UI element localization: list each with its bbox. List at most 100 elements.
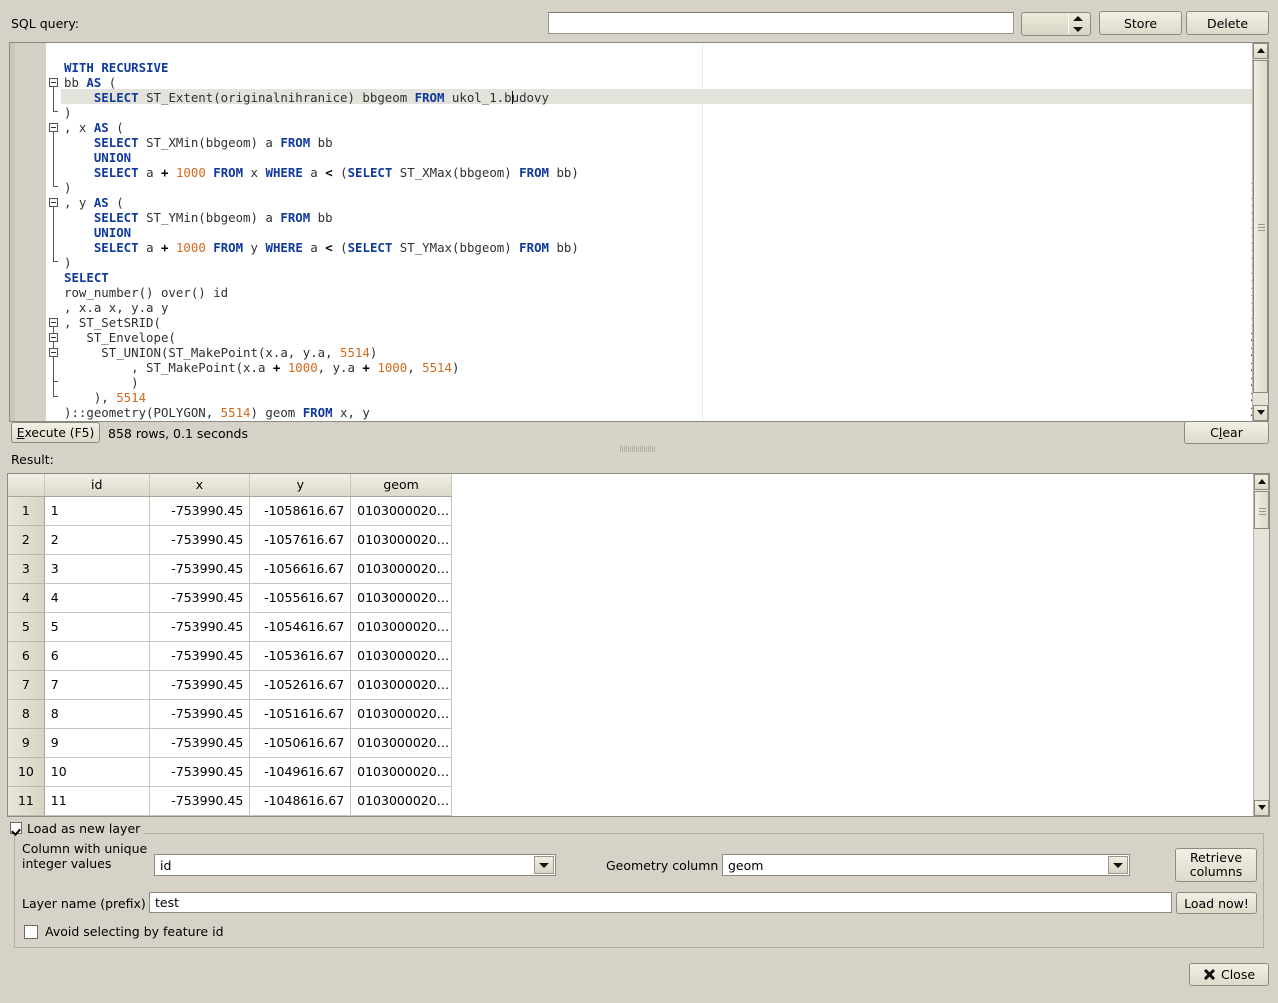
cell-id[interactable]: 6	[44, 641, 150, 671]
code-line[interactable]: SELECT ST_Extent(originalnihranice) bbge…	[62, 90, 1268, 105]
code-line[interactable]: )	[62, 105, 1268, 120]
cell-id[interactable]: 3	[44, 554, 150, 584]
row-header[interactable]: 7	[8, 670, 45, 700]
editor-scroll-thumb[interactable]	[1253, 60, 1268, 393]
execute-button[interactable]: Execute (F5)	[11, 422, 100, 443]
cell-x[interactable]: -753990.45	[149, 728, 251, 758]
cell-x[interactable]: -753990.45	[149, 670, 251, 700]
cell-id[interactable]: 8	[44, 699, 150, 729]
avoid-feature-id-row[interactable]: Avoid selecting by feature id	[24, 924, 224, 939]
code-line[interactable]: )	[62, 180, 1268, 195]
cell-y[interactable]: -1054616.67	[249, 612, 352, 642]
cell-y[interactable]: -1049616.67	[249, 757, 352, 787]
code-line[interactable]: SELECT ST_XMin(bbgeom) a FROM bb	[62, 135, 1268, 150]
cell-id[interactable]: 4	[44, 583, 150, 613]
code-line[interactable]: )::geometry(POLYGON, 5514) geom FROM x, …	[62, 405, 1268, 420]
cell-x[interactable]: -753990.45	[149, 554, 251, 584]
cell-geom[interactable]: 0103000020…	[350, 670, 452, 700]
cell-id[interactable]: 7	[44, 670, 150, 700]
row-header[interactable]: 4	[8, 583, 45, 613]
cell-geom[interactable]: 0103000020…	[350, 786, 452, 816]
cell-geom[interactable]: 0103000020…	[350, 525, 452, 555]
cell-x[interactable]: -753990.45	[149, 699, 251, 729]
code-line[interactable]: , ST_MakePoint(x.a + 1000, y.a + 1000, 5…	[62, 360, 1268, 375]
panel-splitter-handle[interactable]	[620, 446, 656, 452]
layer-name-input[interactable]: test	[149, 892, 1172, 913]
fold-minus-icon[interactable]	[49, 333, 58, 342]
result-scroll-up-button[interactable]	[1254, 474, 1269, 490]
cell-x[interactable]: -753990.45	[149, 525, 251, 555]
table-row[interactable]: 2 2 -753990.45 -1057616.67 0103000020…	[8, 525, 452, 555]
cell-id[interactable]: 10	[44, 757, 150, 787]
retrieve-columns-button[interactable]: Retrieve columns	[1175, 848, 1257, 882]
fold-minus-icon[interactable]	[49, 78, 58, 87]
result-table-panel[interactable]: id x y geom 1 1 -753990.45 -1058616.67 01030…	[7, 473, 1270, 817]
row-header[interactable]: 5	[8, 612, 45, 642]
cell-geom[interactable]: 0103000020…	[350, 554, 452, 584]
cell-y[interactable]: -1056616.67	[249, 554, 352, 584]
row-header[interactable]: 6	[8, 641, 45, 671]
code-line[interactable]: WITH RECURSIVE	[62, 60, 1268, 75]
result-scroll-thumb[interactable]	[1254, 491, 1269, 529]
row-header[interactable]: 8	[8, 699, 45, 729]
cell-id[interactable]: 1	[44, 496, 150, 526]
code-line[interactable]: , x AS (	[62, 120, 1268, 135]
row-header[interactable]: 11	[8, 786, 45, 816]
column-header-geom[interactable]: geom	[350, 474, 452, 497]
table-row[interactable]: 7 7 -753990.45 -1052616.67 0103000020…	[8, 670, 452, 700]
row-header[interactable]: 2	[8, 525, 45, 555]
table-row[interactable]: 8 8 -753990.45 -1051616.67 0103000020…	[8, 699, 452, 729]
cell-geom[interactable]: 0103000020…	[350, 583, 452, 613]
result-table[interactable]: id x y geom 1 1 -753990.45 -1058616.67 01030…	[8, 474, 452, 816]
cell-x[interactable]: -753990.45	[149, 757, 251, 787]
code-line[interactable]: SELECT a + 1000 FROM y WHERE a < (SELECT…	[62, 240, 1268, 255]
fold-minus-icon[interactable]	[49, 198, 58, 207]
code-line[interactable]: row_number() over() id	[62, 285, 1268, 300]
cell-y[interactable]: -1050616.67	[249, 728, 352, 758]
code-line[interactable]: SELECT ST_YMin(bbgeom) a FROM bb	[62, 210, 1268, 225]
fold-margin[interactable]	[47, 43, 61, 421]
code-line[interactable]: bb AS (	[62, 75, 1268, 90]
table-row[interactable]: 4 4 -753990.45 -1055616.67 0103000020…	[8, 583, 452, 613]
code-line[interactable]: ST_Envelope(	[62, 330, 1268, 345]
clear-button[interactable]: Clear	[1184, 421, 1269, 444]
cell-geom[interactable]: 0103000020…	[350, 757, 452, 787]
chevron-down-icon[interactable]	[1108, 856, 1128, 874]
cell-geom[interactable]: 0103000020…	[350, 699, 452, 729]
cell-y[interactable]: -1053616.67	[249, 641, 352, 671]
table-row[interactable]: 10 10 -753990.45 -1049616.67 0103000020…	[8, 757, 452, 787]
cell-x[interactable]: -753990.45	[149, 786, 251, 816]
code-line[interactable]: ST_UNION(ST_MakePoint(x.a, y.a, 5514)	[62, 345, 1268, 360]
cell-id[interactable]: 2	[44, 525, 150, 555]
cell-y[interactable]: -1058616.67	[249, 496, 352, 526]
cell-geom[interactable]: 0103000020…	[350, 496, 452, 526]
cell-id[interactable]: 9	[44, 728, 150, 758]
delete-button[interactable]: Delete	[1186, 11, 1269, 35]
spinner-up-icon[interactable]	[1073, 16, 1083, 21]
stored-query-selector[interactable]	[1021, 12, 1091, 36]
cell-x[interactable]: -753990.45	[149, 583, 251, 613]
cell-y[interactable]: -1051616.67	[249, 699, 352, 729]
cell-y[interactable]: -1052616.67	[249, 670, 352, 700]
cell-id[interactable]: 5	[44, 612, 150, 642]
result-scroll-down-button[interactable]	[1254, 800, 1269, 816]
code-line[interactable]: ), 5514	[62, 390, 1268, 405]
code-line[interactable]: , y AS (	[62, 195, 1268, 210]
editor-scroll-up-button[interactable]	[1253, 43, 1268, 59]
result-vertical-scrollbar[interactable]	[1253, 474, 1269, 816]
spinner-down-icon[interactable]	[1073, 27, 1083, 32]
row-header[interactable]: 3	[8, 554, 45, 584]
sql-editor[interactable]: 1234567891011121314151617181920212223242…	[9, 42, 1269, 422]
cell-geom[interactable]: 0103000020…	[350, 612, 452, 642]
editor-vertical-scrollbar[interactable]	[1252, 43, 1268, 421]
fold-minus-icon[interactable]	[49, 348, 58, 357]
store-button[interactable]: Store	[1099, 11, 1182, 35]
load-as-new-layer-toggle[interactable]: Load as new layer	[6, 820, 145, 836]
table-row[interactable]: 5 5 -753990.45 -1054616.67 0103000020…	[8, 612, 452, 642]
table-row[interactable]: 9 9 -753990.45 -1050616.67 0103000020…	[8, 728, 452, 758]
cell-geom[interactable]: 0103000020…	[350, 641, 452, 671]
row-header[interactable]: 10	[8, 757, 45, 787]
cell-y[interactable]: -1057616.67	[249, 525, 352, 555]
cell-geom[interactable]: 0103000020…	[350, 728, 452, 758]
column-header-id[interactable]: id	[44, 474, 150, 497]
